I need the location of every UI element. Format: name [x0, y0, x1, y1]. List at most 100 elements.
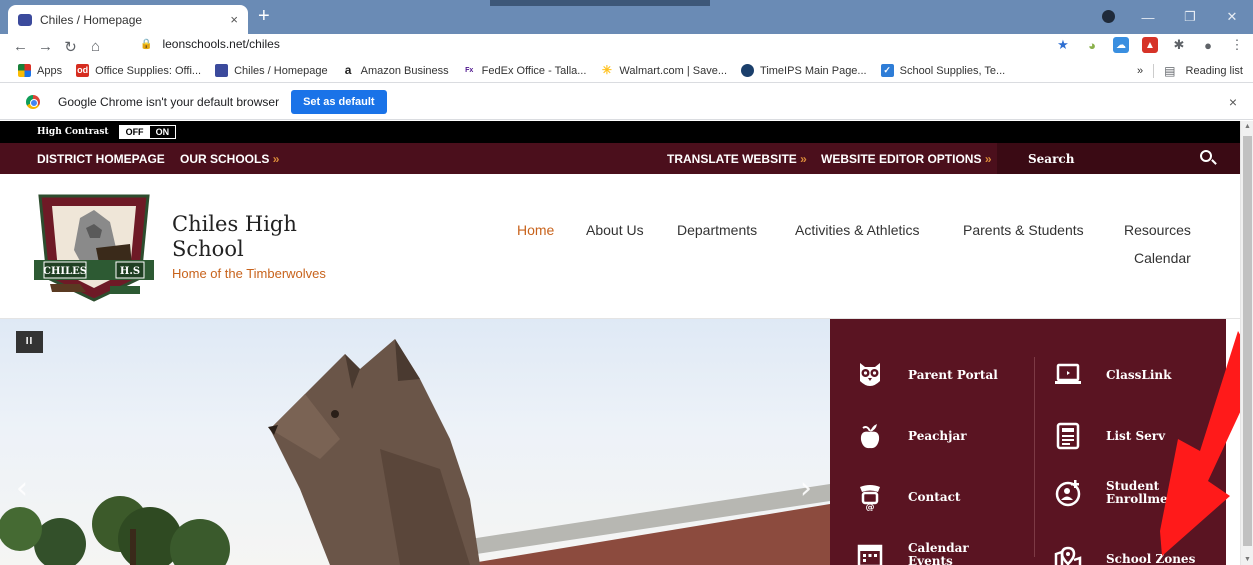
bookmark-office-supplies[interactable]: od Office Supplies: Offi... [76, 64, 201, 77]
phone-contact-icon: @ [856, 483, 884, 511]
quick-link-peachjar[interactable]: Peachjar [856, 422, 967, 450]
browser-toolbar: ← → ↻ ⌂ 🔒 leonschools.net/chiles ★ ◕ ☁ ▲… [0, 34, 1253, 59]
bookmark-walmart[interactable]: ✳ Walmart.com | Save... [600, 64, 727, 77]
bookmark-school-supplies[interactable]: ✓ School Supplies, Te... [880, 64, 1005, 77]
tab-close-icon[interactable]: × [230, 12, 238, 27]
minimize-icon[interactable]: — [1127, 10, 1169, 25]
site-search[interactable]: Search [997, 143, 1240, 174]
extension-timer-icon[interactable]: ◕ [1084, 37, 1100, 53]
quick-link-contact[interactable]: @ Contact [856, 483, 960, 511]
lock-icon[interactable]: 🔒 [140, 39, 152, 50]
browser-menu-icon[interactable]: ⋮ [1229, 37, 1245, 53]
nav-about-us[interactable]: About Us [586, 222, 644, 238]
school-tagline: Home of the Timberwolves [172, 266, 326, 281]
bookmark-star-icon[interactable]: ★ [1055, 37, 1071, 53]
scroll-up-arrow-icon[interactable]: ▲ [1241, 123, 1253, 130]
toolbar-extensions: ★ ◕ ☁ ▲ ✱ ● ⋮ [1055, 37, 1245, 53]
school-logo[interactable]: CHILES H.S [30, 188, 158, 304]
bookmark-apps[interactable]: Apps [18, 64, 62, 77]
bookmark-amazon-business[interactable]: a Amazon Business [341, 64, 449, 77]
our-schools-menu[interactable]: OUR SCHOOLS » [180, 152, 279, 166]
quick-link-parent-portal[interactable]: Parent Portal [856, 361, 998, 389]
map-pin-icon [1054, 545, 1082, 565]
school-name[interactable]: Chiles High School [172, 212, 352, 262]
school-favicon-icon [18, 13, 32, 26]
browser-tab-strip: Chiles / Homepage × + — ❐ ✕ [0, 0, 1253, 34]
hero-slideshow: II ‹ › [0, 319, 830, 565]
bookmarks-bar: Apps od Office Supplies: Offi... Chiles … [0, 59, 1253, 83]
reading-list-icon: ▤ [1164, 63, 1176, 78]
translate-arrow-icon: » [800, 152, 807, 166]
search-icon[interactable] [1200, 150, 1212, 162]
scrollbar-thumb[interactable] [1243, 136, 1252, 546]
bookmark-fedex[interactable]: Fx FedEx Office - Talla... [462, 64, 586, 77]
scroll-down-arrow-icon[interactable]: ▼ [1241, 556, 1253, 563]
peach-icon [856, 422, 884, 450]
nav-home[interactable]: Home [517, 222, 554, 238]
home-icon[interactable]: ⌂ [83, 38, 108, 55]
quick-link-calendar-events[interactable]: Calendar Events [856, 541, 969, 565]
add-student-icon [1054, 479, 1082, 507]
high-contrast-off[interactable]: OFF [119, 126, 150, 138]
svg-text:H.S: H.S [120, 266, 140, 277]
apps-grid-icon [18, 64, 31, 77]
high-contrast-on[interactable]: ON [149, 126, 176, 138]
reading-list-button[interactable]: Reading list [1186, 65, 1243, 77]
tab-strip-shadow [490, 0, 710, 6]
page-scrollbar[interactable]: ▲ ▼ [1240, 121, 1253, 565]
nav-departments[interactable]: Departments [677, 222, 757, 238]
extension-pdf-icon[interactable]: ▲ [1142, 37, 1158, 53]
slideshow-next-arrow-icon[interactable]: › [800, 471, 812, 506]
forward-arrow-icon[interactable]: → [33, 38, 58, 55]
owl-icon [856, 361, 884, 389]
high-contrast-toggle[interactable]: OFF ON [118, 125, 177, 139]
profile-avatar-icon[interactable]: ● [1200, 37, 1216, 53]
nav-activities-athletics[interactable]: Activities & Athletics [795, 222, 920, 238]
bookmark-timeips[interactable]: TimeIPS Main Page... [741, 64, 867, 77]
slideshow-prev-arrow-icon[interactable]: ‹ [16, 471, 28, 506]
nav-calendar[interactable]: Calendar [1134, 250, 1191, 266]
fedex-icon: Fx [462, 64, 476, 77]
bookmarks-overflow-button[interactable]: » [1137, 65, 1143, 77]
editor-options-menu[interactable]: WEBSITE EDITOR OPTIONS » [821, 152, 992, 166]
editor-arrow-icon: » [984, 152, 992, 166]
extension-cloud-icon[interactable]: ☁ [1113, 37, 1129, 53]
school-supplies-icon: ✓ [880, 64, 894, 77]
close-window-icon[interactable]: ✕ [1211, 9, 1253, 25]
nav-resources[interactable]: Resources [1124, 222, 1191, 238]
url-text[interactable]: leonschools.net/chiles [162, 37, 279, 51]
laptop-icon [1054, 361, 1082, 389]
extensions-puzzle-icon[interactable]: ✱ [1171, 37, 1187, 53]
bookmarks-divider [1153, 63, 1155, 78]
infobar-close-icon[interactable]: × [1229, 94, 1237, 110]
webpage-viewport: High Contrast OFF ON DISTRICT HOMEPAGE O… [0, 121, 1240, 565]
new-tab-button[interactable]: + [258, 6, 270, 26]
window-controls: — ❐ ✕ [1127, 0, 1253, 34]
amazon-icon: a [341, 64, 355, 77]
quick-link-classlink[interactable]: ClassLink [1054, 361, 1171, 389]
back-arrow-icon[interactable]: ← [8, 38, 33, 55]
bookmarks-right: » ▤ Reading list [1137, 63, 1243, 78]
restore-icon[interactable]: ❐ [1169, 9, 1211, 25]
reload-icon[interactable]: ↻ [58, 38, 83, 56]
svg-text:CHILES: CHILES [43, 266, 87, 277]
office-depot-icon: od [76, 64, 90, 77]
infobar-message: Google Chrome isn't your default browser [58, 94, 280, 109]
slideshow-pause-button[interactable]: II [16, 331, 43, 353]
hero-wolf-statue-image [0, 339, 830, 565]
walmart-icon: ✳ [600, 63, 614, 77]
search-label[interactable]: Search [1028, 152, 1074, 166]
browser-tab-chiles[interactable]: Chiles / Homepage × [8, 5, 248, 34]
nav-parents-students[interactable]: Parents & Students [963, 222, 1084, 238]
address-bar[interactable]: 🔒 leonschools.net/chiles [140, 37, 280, 51]
profile-indicator-icon[interactable] [1102, 10, 1115, 23]
tab-title: Chiles / Homepage [40, 12, 143, 27]
bookmark-chiles-homepage[interactable]: Chiles / Homepage [215, 64, 328, 77]
district-homepage-link[interactable]: DISTRICT HOMEPAGE [37, 152, 165, 166]
calendar-grid-icon [856, 541, 884, 565]
our-schools-arrow-icon: » [272, 152, 280, 166]
chrome-logo-icon [26, 94, 40, 109]
set-as-default-button[interactable]: Set as default [291, 89, 387, 114]
quick-link-list-serv[interactable]: List Serv [1054, 422, 1165, 450]
translate-website-menu[interactable]: TRANSLATE WEBSITE » [667, 152, 807, 166]
